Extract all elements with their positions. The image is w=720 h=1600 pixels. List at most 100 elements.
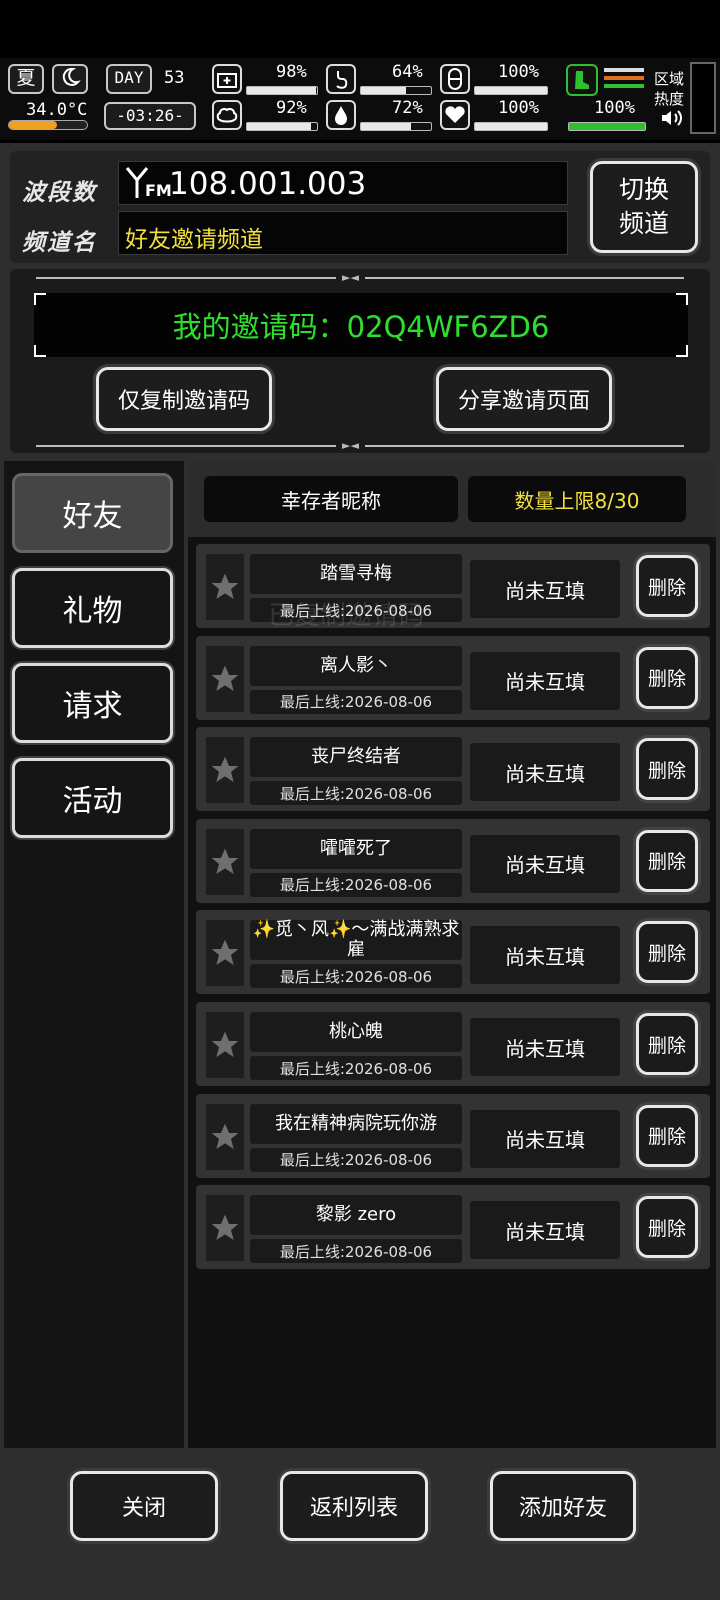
stat-water-value: 72% — [392, 98, 423, 118]
delete-friend-button[interactable]: 删除 — [636, 1104, 698, 1167]
friend-row: 嚯嚯死了最后上线:2026-08-06 尚未互填 删除 — [196, 818, 710, 903]
day-number: 53 — [164, 68, 185, 88]
rebate-list-button[interactable]: 返利列表 — [280, 1471, 428, 1541]
friend-name: 黎影 zero — [250, 1195, 462, 1236]
band-label: 波段数 — [22, 180, 97, 206]
friend-name: 嚯嚯死了 — [250, 828, 462, 869]
heart-icon — [440, 100, 470, 130]
band-value: 108.001.003 — [169, 166, 367, 202]
delete-friend-button[interactable]: 删除 — [636, 1196, 698, 1259]
invite-code-text: 我的邀请码：02Q4WF6ZD6 — [172, 310, 550, 344]
nickname-column-header: 幸存者昵称 — [204, 476, 458, 522]
friend-panel: 波段数 FM 108.001.003 频道名 好友邀请频道 切换 频道 ►◄ 我… — [0, 143, 720, 1600]
favorite-star-icon[interactable] — [206, 645, 244, 712]
friend-name: 离人影丶 — [250, 645, 462, 686]
thermometer-icon — [8, 120, 88, 130]
delete-friend-button[interactable]: 删除 — [636, 921, 698, 984]
friend-row: 丧尸终结者最后上线:2026-08-06 尚未互填 删除 — [196, 727, 710, 812]
speaker-icon[interactable] — [660, 108, 684, 132]
switch-channel-line1: 切换 — [618, 175, 669, 204]
friend-last-online: 最后上线:2026-08-06 — [250, 598, 462, 622]
close-button[interactable]: 关闭 — [70, 1471, 218, 1541]
stat-health-bar — [246, 86, 318, 95]
stamina-bar — [568, 122, 646, 131]
friend-name: ✨觅丶风✨～满战满熟求雇 — [250, 920, 462, 961]
stat-water-bar — [360, 122, 432, 131]
friend-last-online: 最后上线:2026-08-06 — [250, 964, 462, 989]
channel-field: 好友邀请频道 — [118, 211, 568, 255]
friend-last-online: 最后上线:2026-08-06 — [250, 1239, 462, 1264]
favorite-star-icon[interactable] — [206, 1012, 244, 1078]
copy-invite-code-button[interactable]: 仅复制邀请码 — [96, 367, 272, 431]
boot-icon — [566, 64, 598, 96]
stat-stomach-bar — [360, 86, 432, 95]
temperature-readout: 34.0°C — [26, 100, 88, 120]
stat-brain-bar — [246, 122, 318, 131]
water-drop-icon — [326, 100, 356, 130]
bottom-divider-arrows-icon: ►◄ — [336, 439, 365, 452]
friend-status: 尚未互填 — [470, 743, 620, 802]
stat-health-value: 98% — [276, 62, 307, 82]
stamina-stripes-icon — [604, 68, 644, 94]
friend-last-online: 最后上线:2026-08-06 — [250, 781, 462, 806]
friend-status: 尚未互填 — [470, 651, 620, 710]
friend-status: 尚未互填 — [470, 834, 620, 893]
favorite-star-icon[interactable] — [206, 920, 244, 987]
zone-heat-label-line2: 热度 — [654, 90, 685, 108]
tab-gifts[interactable]: 礼物 — [12, 568, 173, 648]
friend-name: 我在精神病院玩你游 — [250, 1103, 462, 1144]
friend-limit-counter: 数量上限8/30 — [468, 476, 686, 522]
favorite-star-icon[interactable] — [206, 828, 244, 895]
favorite-star-icon[interactable] — [206, 1195, 244, 1262]
tab-events[interactable]: 活动 — [12, 758, 173, 838]
favorite-star-icon[interactable] — [206, 554, 244, 620]
friend-last-online: 最后上线:2026-08-06 — [250, 1147, 462, 1172]
invite-code-box: 我的邀请码：02Q4WF6ZD6 — [34, 293, 688, 357]
status-hud: 夏 34.0°C DAY 53 -03:26- 98% 64% 100% 92%… — [0, 58, 720, 140]
channel-value: 好友邀请频道 — [125, 227, 263, 253]
friend-last-online: 最后上线:2026-08-06 — [250, 689, 462, 714]
brain-icon — [212, 100, 242, 130]
share-invite-page-button[interactable]: 分享邀请页面 — [436, 367, 612, 431]
favorite-star-icon[interactable] — [206, 737, 244, 804]
favorite-star-icon[interactable] — [206, 1103, 244, 1170]
radio-header: 波段数 FM 108.001.003 频道名 好友邀请频道 切换 频道 — [10, 151, 710, 263]
switch-channel-button[interactable]: 切换 频道 — [590, 161, 698, 253]
friend-name: 桃心魄 — [250, 1012, 462, 1052]
friend-row: 我在精神病院玩你游 最后上线:2026-08-06 尚未互填 删除 — [196, 1093, 710, 1178]
stat-stomach-value: 64% — [392, 62, 423, 82]
band-field: FM 108.001.003 — [118, 161, 568, 205]
fm-label: FM — [145, 181, 172, 200]
delete-friend-button[interactable]: 删除 — [636, 646, 698, 709]
tab-requests[interactable]: 请求 — [12, 663, 173, 743]
friend-name: 踏雪寻梅 — [250, 554, 462, 594]
channel-label: 频道名 — [22, 230, 97, 256]
top-divider-arrows-icon: ►◄ — [336, 271, 365, 284]
medkit-icon — [212, 64, 242, 94]
tab-friends[interactable]: 好友 — [12, 473, 173, 553]
stat-pill-bar — [474, 86, 548, 95]
delete-friend-button[interactable]: 删除 — [636, 829, 698, 892]
friend-name: 丧尸终结者 — [250, 737, 462, 778]
zone-heat-meter — [690, 62, 716, 134]
delete-friend-button[interactable]: 删除 — [636, 555, 698, 617]
stat-brain-value: 92% — [276, 98, 307, 118]
antenna-fm-icon: FM — [125, 166, 172, 200]
delete-friend-button[interactable]: 删除 — [636, 738, 698, 801]
friend-status: 尚未互填 — [470, 1018, 620, 1076]
stat-pill-value: 100% — [498, 62, 539, 82]
clock-readout: -03:26- — [104, 102, 196, 130]
pill-icon — [440, 64, 470, 94]
friend-row: 离人影丶最后上线:2026-08-06 尚未互填 删除 — [196, 635, 710, 720]
zone-heat-label-line1: 区域 — [654, 70, 685, 88]
friend-status: 尚未互填 — [470, 1201, 620, 1260]
stomach-icon — [326, 64, 356, 94]
friend-row: 踏雪寻梅 最后上线:2026-08-06 尚未互填 删除 — [196, 544, 710, 628]
add-friend-button[interactable]: 添加好友 — [490, 1471, 636, 1541]
switch-channel-line2: 频道 — [618, 209, 669, 238]
delete-friend-button[interactable]: 删除 — [636, 1013, 698, 1075]
friend-status: 尚未互填 — [470, 926, 620, 985]
friend-last-online: 最后上线:2026-08-06 — [250, 872, 462, 897]
friend-row: 桃心魄最后上线:2026-08-06 尚未互填 删除 — [196, 1002, 710, 1086]
friend-last-online: 最后上线:2026-08-06 — [250, 1056, 462, 1080]
